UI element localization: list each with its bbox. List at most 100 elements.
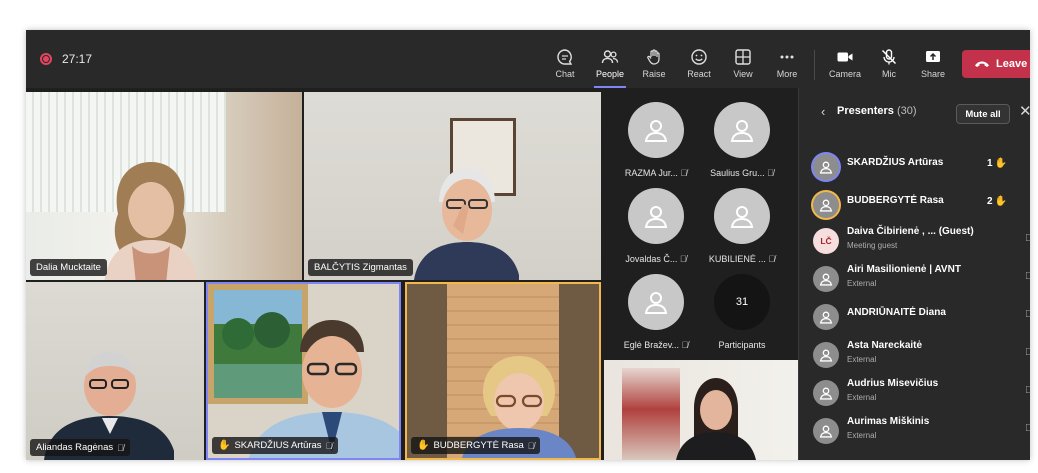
leave-button[interactable]: Leave [962,50,1030,78]
mic-muted-icon: 🎙̸ [1025,233,1030,244]
participant-avatar-tile[interactable]: Jovaldas Č... 🎙̸ [611,188,701,264]
video-tile[interactable]: Dalia Mucktaite [26,92,302,280]
participant-avatar-tile[interactable]: KUBILIENĖ ... 🎙̸ [697,188,787,264]
participant-name: Aurimas Miškinis [847,416,930,427]
person-icon [819,387,833,400]
react-label: React [687,69,711,79]
avatar-initials: LČ [813,228,839,254]
participant-name: Eglė Bražev... [623,340,680,350]
mic-muted-icon: 🎙̸ [1025,423,1030,434]
mic-muted-icon: 🎙̸ [681,340,689,350]
participant-avatar-tile[interactable]: Saulius Gru... 🎙̸ [697,102,787,178]
share-screen-icon [926,51,940,62]
hand-icon [647,49,660,65]
panel-title-text: Presenters [837,105,894,117]
raise-hand-button[interactable]: Raise [632,48,676,84]
avatar [813,418,839,444]
chat-label: Chat [555,69,575,79]
chevron-left-icon[interactable]: ‹ [821,104,825,119]
chat-icon [557,49,573,65]
close-icon[interactable]: ✕ [1019,102,1030,120]
camera-label: Camera [828,69,861,79]
video-tile[interactable] [604,360,798,460]
react-button[interactable]: React [677,48,721,84]
person-icon [644,120,668,142]
grid-view-icon [735,49,751,65]
participant-avatar-tile[interactable]: Eglė Bražev... 🎙̸ [611,274,701,350]
participant-list-item[interactable]: Airi Masilionienė | AVNT External 🎙̸ [813,262,1030,298]
participant-role: External [847,393,877,402]
video-tile[interactable]: BALČYTIS Zigmantas [304,92,601,280]
more-participants-tile[interactable]: 31 Participants [697,274,787,350]
participant-name: BUDBERGYTĖ Rasa [847,195,944,206]
participant-name: Daiva Čibirienė , ... (Guest) [847,226,974,237]
participant-list-item[interactable]: ANDRIŪNAITĖ Diana 🎙̸ [813,300,1030,336]
more-button[interactable]: More [765,48,809,84]
participant-role: External [847,355,877,364]
smiley-icon [691,49,707,65]
participant-name: Saulius Gru... [710,168,765,178]
participant-name-tag: Dalia Mucktaite [30,259,107,276]
mic-muted-icon: 🎙̸ [1025,309,1030,320]
video-tile[interactable]: Aliandas Ragėnas 🎙̸ [26,282,204,460]
mic-muted-icon: 🎙̸ [1025,271,1030,282]
participant-list-item[interactable]: Audrius Misevičius External 🎙̸ [813,376,1030,412]
participant-list-item[interactable]: Aurimas Miškinis External 🎙̸ [813,414,1030,450]
avatar [714,102,770,158]
view-button[interactable]: View [721,48,765,84]
mic-muted-icon: 🎙̸ [679,254,687,264]
video-tile-active-speaker[interactable]: ✋ SKARDŽIUS Artūras 🎙̸ [206,282,401,460]
share-label: Share [920,69,946,79]
mic-button[interactable]: Mic [867,48,911,84]
participant-name: Dalia Mucktaite [36,262,101,273]
participant-name: BUDBERGYTĖ Rasa [433,440,524,451]
person-icon [819,199,833,212]
participant-name: Jovaldas Č... [625,254,678,264]
mic-muted-icon: 🎙̸ [767,168,774,178]
raised-hand-badge: 1 ✋ [987,158,1007,169]
participant-name: Audrius Misevičius [847,378,939,389]
raised-hand-badge: 2 ✋ [987,196,1007,207]
people-label: People [595,69,625,79]
panel-header: ‹ Presenters (30) Mute all ✕ [799,88,1030,134]
share-button[interactable]: Share [911,48,955,84]
person-icon [730,206,754,228]
raised-hand-icon: ✋ [417,440,430,451]
video-tile-raised-hand[interactable]: ✋ BUDBERGYTĖ Rasa 🎙̸ [405,282,601,460]
camera-button[interactable]: Camera [823,48,867,84]
participant-name: ANDRIŪNAITĖ Diana [847,307,946,318]
person-icon [730,120,754,142]
hang-up-icon [975,61,989,67]
mic-muted-icon: 🎙̸ [527,440,535,451]
avatar [628,188,684,244]
participant-list-item[interactable]: Asta Nareckaitė External 🎙̸ [813,338,1030,374]
record-icon [40,53,52,65]
toolbar-divider [814,50,815,80]
participant-name-tag: BALČYTIS Zigmantas [308,259,413,276]
avatar [813,266,839,292]
hand-order: 2 [987,196,993,207]
participant-name-tag: ✋ SKARDŽIUS Artūras 🎙̸ [212,437,339,454]
participant-list-item[interactable]: LČ Daiva Čibirienė , ... (Guest) Meeting… [813,224,1030,260]
person-icon [819,425,833,438]
avatar [813,342,839,368]
participant-avatar-tile[interactable]: RAZMA Jur... 🎙̸ [611,102,701,178]
mic-label: Mic [882,69,896,79]
participant-name: RAZMA Jur... [624,168,678,178]
meeting-timer: 27:17 [62,52,93,66]
participant-list-item[interactable]: SKARDŽIUS Artūras 1 ✋ [813,150,1030,186]
people-icon [601,50,619,64]
chat-button[interactable]: Chat [543,48,587,84]
mic-muted-icon [881,49,897,65]
people-button[interactable]: People [588,48,632,88]
participant-name: Aliandas Ragėnas [36,442,114,453]
recording-indicator: 27:17 [40,52,92,66]
avatar [628,274,684,330]
mute-all-button[interactable]: Mute all [956,104,1010,124]
raised-hand-icon: ✋ [994,158,1008,169]
leave-label: Leave [996,58,1028,70]
more-dots-icon [780,55,794,59]
participant-role: External [847,431,877,440]
participant-list-item[interactable]: BUDBERGYTĖ Rasa 2 ✋ [813,188,1030,224]
mic-muted-icon: 🎙̸ [117,442,124,453]
